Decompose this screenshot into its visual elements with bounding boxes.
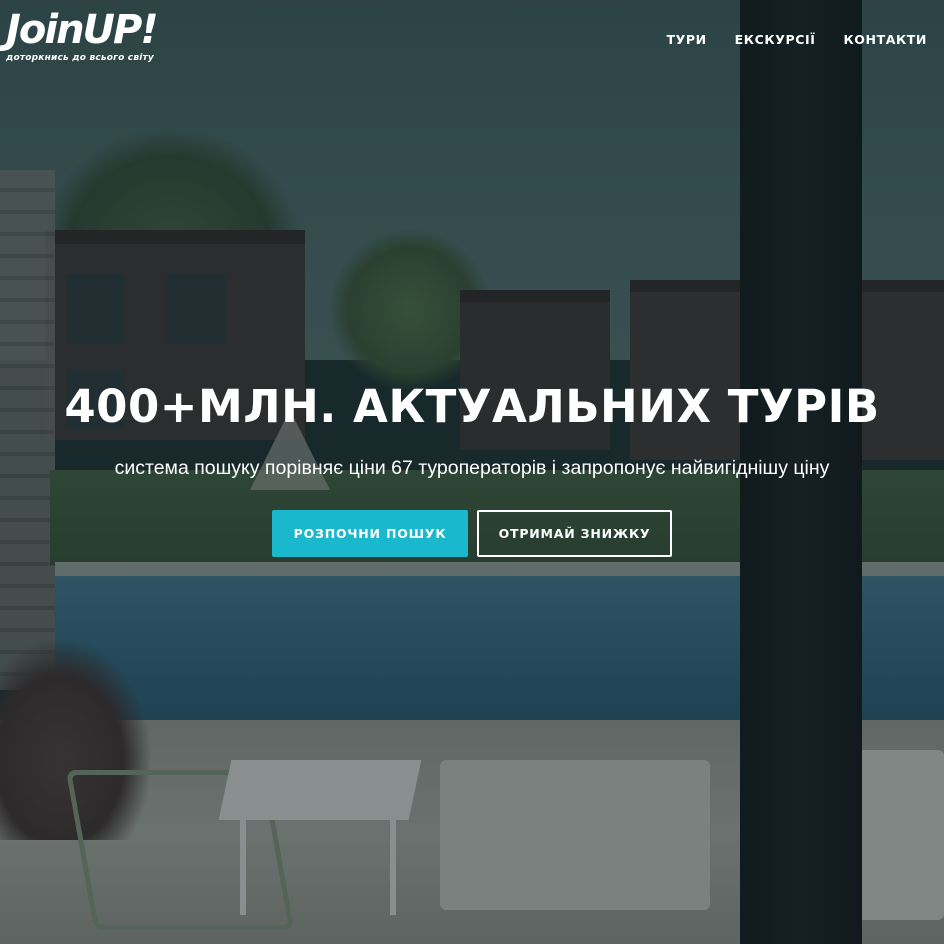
nav-item-excursions[interactable]: ЕКСКУРСІЇ (735, 32, 816, 47)
main-nav: ТУРИ ЕКСКУРСІЇ КОНТАКТИ (666, 32, 927, 47)
logo-tagline: доторкнись до всього світу (6, 53, 154, 63)
logo-wordmark: JoinUP! (6, 7, 159, 53)
get-discount-button[interactable]: ОТРИМАЙ ЗНИЖКУ (477, 510, 672, 557)
hero-title: 400+МЛН. АКТУАЛЬНИХ ТУРІВ (64, 380, 880, 433)
site-logo[interactable]: JoinUP! доторкнись до всього світу (6, 7, 159, 70)
hero-subtitle: система пошуку порівняє ціни 67 туропера… (114, 457, 830, 479)
nav-item-tours[interactable]: ТУРИ (666, 32, 706, 47)
nav-item-contacts[interactable]: КОНТАКТИ (843, 32, 927, 47)
start-search-button[interactable]: РОЗПОЧНИ ПОШУК (272, 510, 468, 557)
